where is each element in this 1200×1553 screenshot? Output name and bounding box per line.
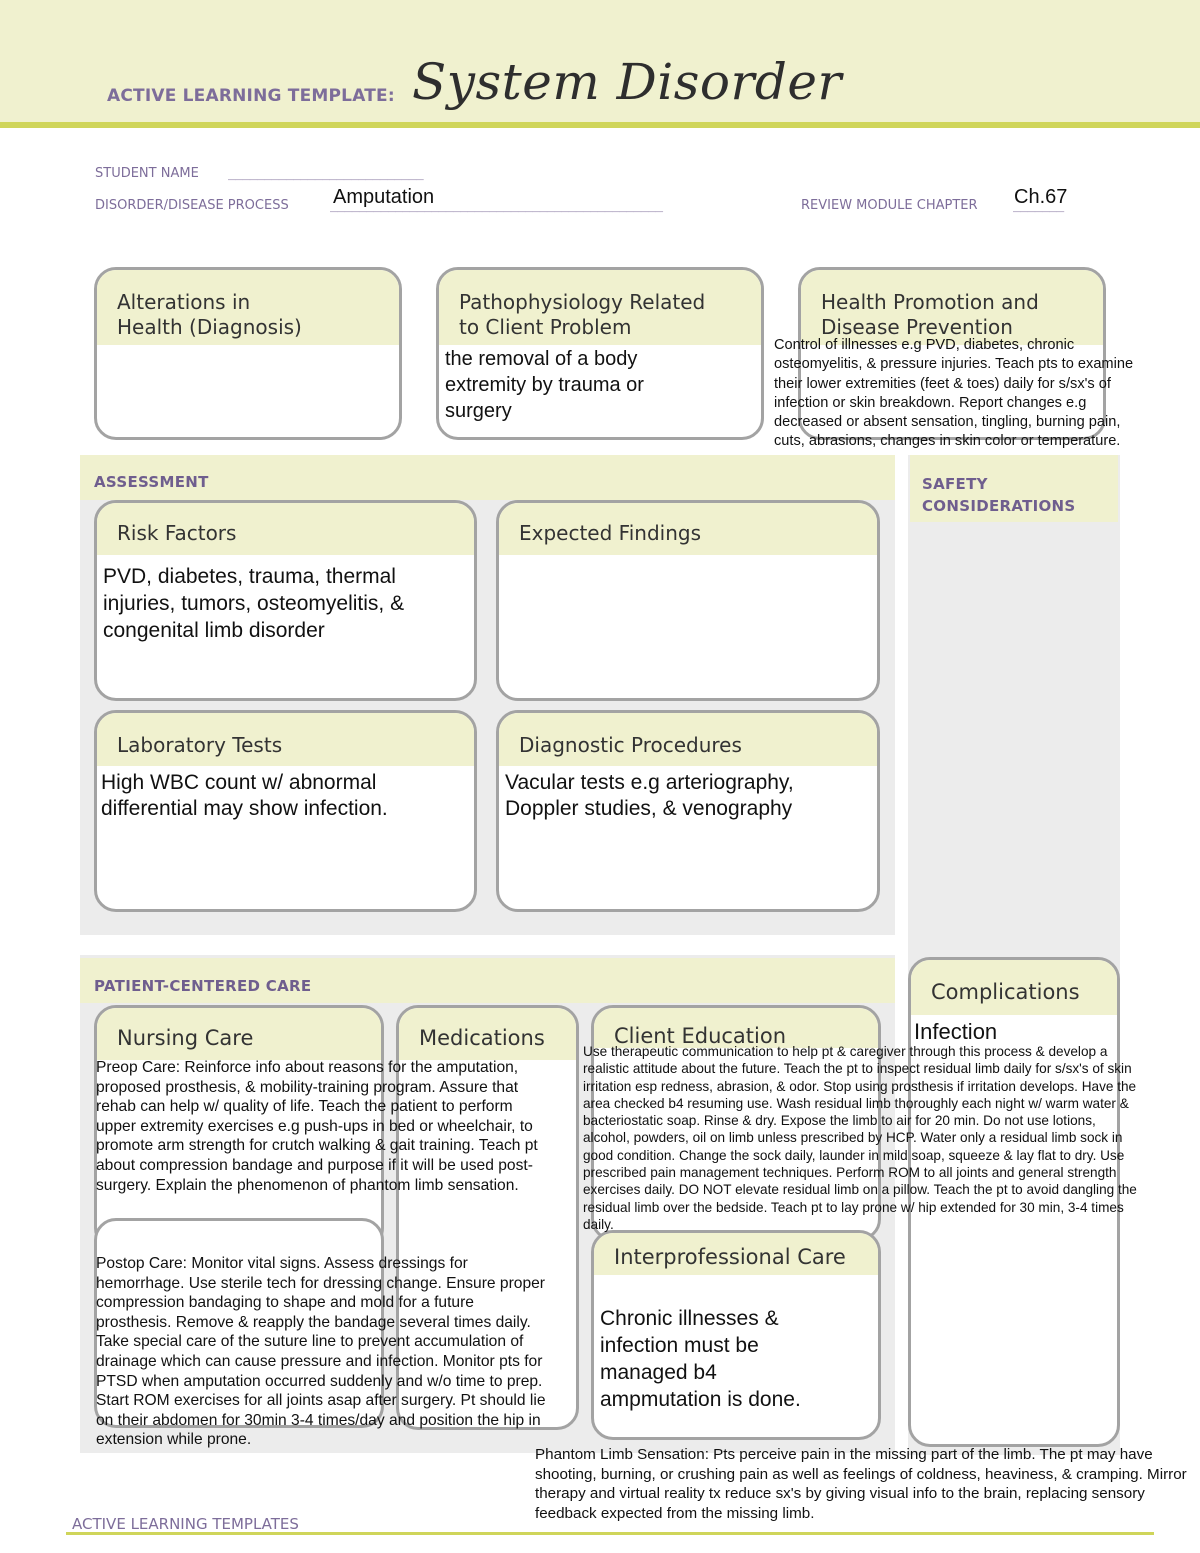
alterations-title-line1: Alterations in [117,290,251,314]
footer-label: ACTIVE LEARNING TEMPLATES [72,1515,299,1533]
footer-rule [66,1532,1154,1535]
page-title: System Disorder [412,53,842,111]
alterations-card-header: Alterations in Health (Diagnosis) [97,270,399,345]
disorder-field[interactable]: Amputation [333,186,434,209]
pathophysiology-title-line1: Pathophysiology Related [459,290,706,314]
template-kicker: ACTIVE LEARNING TEMPLATE: [107,86,395,106]
pathophysiology-body[interactable]: the removal of a body extremity by traum… [439,345,699,425]
student-name-label: STUDENT NAME [95,166,199,181]
risk-factors-header: Risk Factors [97,503,474,555]
alterations-card: Alterations in Health (Diagnosis) [94,267,402,440]
safety-title-line2: CONSIDERATIONS [922,497,1076,515]
health-promotion-card-header: Health Promotion and Disease Prevention [801,270,1103,345]
risk-factors-card: Risk Factors PVD, diabetes, trauma, ther… [94,500,477,701]
safety-title-line1: SAFETY [922,475,988,493]
interprofessional-care-header: Interprofessional Care [594,1233,878,1275]
diagnostic-procedures-header: Diagnostic Procedures [499,713,877,766]
laboratory-tests-card: Laboratory Tests High WBC count w/ abnor… [94,710,477,912]
pathophysiology-card: Pathophysiology Related to Client Proble… [436,267,764,440]
chapter-label: REVIEW MODULE CHAPTER [801,198,978,213]
nursing-care-header: Nursing Care [97,1008,381,1060]
complications-header: Complications [911,960,1117,1015]
alterations-body[interactable] [97,345,399,361]
alterations-title-line2: Health (Diagnosis) [117,315,302,339]
diagnostic-procedures-card: Diagnostic Procedures Vacular tests e.g … [496,710,880,912]
safety-title: SAFETY CONSIDERATIONS [922,473,1076,517]
pathophysiology-title-line2: to Client Problem [459,315,632,339]
laboratory-tests-header: Laboratory Tests [97,713,474,766]
assessment-title: ASSESSMENT [94,473,209,491]
expected-findings-header: Expected Findings [499,503,877,555]
client-education-body[interactable]: Use therapeutic communication to help pt… [583,1043,1138,1233]
patient-centered-care-title: PATIENT-CENTERED CARE [94,977,312,995]
nursing-care-preop[interactable]: Preop Care: Reinforce info about reasons… [96,1058,546,1195]
health-promotion-body[interactable]: Control of illnesses e.g PVD, diabetes, … [774,336,1154,452]
client-education-header: Client Education [594,1008,878,1048]
expected-findings-card: Expected Findings [496,500,880,701]
risk-factors-body[interactable]: PVD, diabetes, trauma, thermal injuries,… [97,555,457,652]
disorder-label: DISORDER/DISEASE PROCESS [95,198,289,213]
medications-header: Medications [399,1008,576,1060]
interprofessional-care-card: Interprofessional Care Chronic illnesses… [591,1230,881,1440]
pathophysiology-card-header: Pathophysiology Related to Client Proble… [439,270,761,345]
diagnostic-procedures-body[interactable]: Vacular tests e.g arteriography, Doppler… [499,766,859,826]
student-name-field[interactable]: ___________________________ [228,166,424,181]
laboratory-tests-body[interactable]: High WBC count w/ abnormal differential … [97,766,457,826]
nursing-care-postop[interactable]: Postop Care: Monitor vital signs. Assess… [96,1254,546,1450]
expected-findings-body[interactable] [499,555,877,571]
health-promotion-title-line1: Health Promotion and [821,290,1039,314]
phantom-limb-note[interactable]: Phantom Limb Sensation: Pts perceive pai… [535,1445,1195,1523]
interprofessional-care-body[interactable]: Chronic illnesses & infection must be ma… [594,1275,824,1413]
header-rule [0,122,1200,128]
chapter-field[interactable]: Ch.67 [1014,186,1067,209]
